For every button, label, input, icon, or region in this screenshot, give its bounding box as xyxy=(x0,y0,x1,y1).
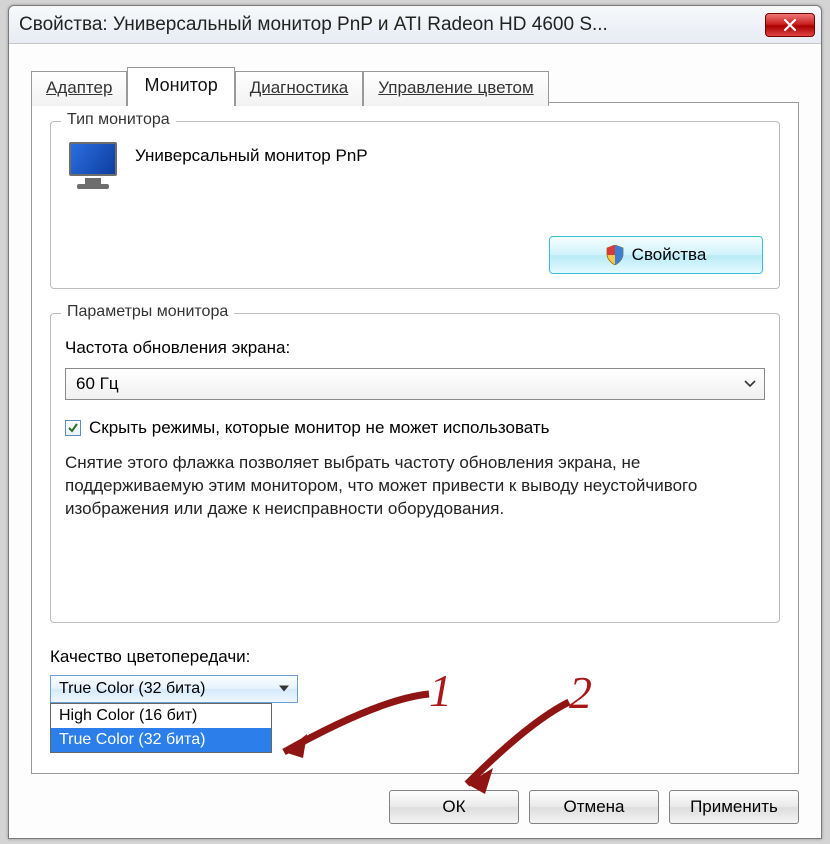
refresh-rate-dropdown[interactable]: 60 Гц xyxy=(65,368,765,400)
cancel-button-label: Отмена xyxy=(564,797,625,817)
group-monitor-settings-title: Параметры монитора xyxy=(61,303,234,321)
hide-modes-label: Скрыть режимы, которые монитор не может … xyxy=(89,418,550,438)
checkmark-icon xyxy=(67,422,79,434)
window-title: Свойства: Универсальный монитор PnP и AT… xyxy=(19,14,608,36)
hide-modes-checkbox[interactable] xyxy=(65,420,81,436)
color-quality-dropdown[interactable]: True Color (32 бита) xyxy=(50,675,298,703)
close-button[interactable] xyxy=(765,13,815,37)
dialog-buttons: ОК Отмена Применить xyxy=(389,790,799,824)
tab-strip: Адаптер Монитор Диагностика Управление ц… xyxy=(31,66,799,105)
color-option-16bit[interactable]: High Color (16 бит) xyxy=(51,704,271,728)
color-quality-dropdown-wrap: True Color (32 бита) High Color (16 бит)… xyxy=(50,675,298,703)
monitor-row: Универсальный монитор PnP xyxy=(65,138,765,190)
titlebar: Свойства: Универсальный монитор PnP и AT… xyxy=(9,6,821,44)
ok-button-label: ОК xyxy=(442,797,465,817)
color-quality-label: Качество цветопередачи: xyxy=(50,647,780,667)
properties-button-label: Свойства xyxy=(632,245,707,265)
chevron-down-icon xyxy=(744,380,756,388)
tab-monitor[interactable]: Монитор xyxy=(127,67,234,106)
apply-button-label: Применить xyxy=(690,797,778,817)
close-icon xyxy=(783,18,797,32)
ok-button[interactable]: ОК xyxy=(389,790,519,824)
color-option-32bit[interactable]: True Color (32 бита) xyxy=(51,728,271,752)
group-monitor-type-title: Тип монитора xyxy=(61,111,176,129)
refresh-rate-value: 60 Гц xyxy=(76,374,119,394)
chevron-down-icon xyxy=(279,686,289,693)
shield-icon xyxy=(606,245,624,265)
properties-button[interactable]: Свойства xyxy=(549,236,763,274)
group-monitor-type: Тип монитора Универсальный монитор PnP С… xyxy=(50,121,780,289)
client-area: Адаптер Монитор Диагностика Управление ц… xyxy=(9,44,821,838)
monitor-name: Универсальный монитор PnP xyxy=(135,142,368,166)
color-quality-option-list: High Color (16 бит) True Color (32 бита) xyxy=(50,703,272,753)
monitor-icon xyxy=(65,142,121,190)
group-monitor-settings: Параметры монитора Частота обновления эк… xyxy=(50,313,780,623)
tab-adapter[interactable]: Адаптер xyxy=(31,71,127,106)
refresh-rate-label: Частота обновления экрана: xyxy=(65,338,765,358)
properties-dialog: Свойства: Универсальный монитор PnP и AT… xyxy=(8,5,822,839)
color-quality-selected: True Color (32 бита) xyxy=(59,680,205,698)
cancel-button[interactable]: Отмена xyxy=(529,790,659,824)
tab-panel-monitor: Тип монитора Универсальный монитор PnP С… xyxy=(31,102,799,774)
apply-button[interactable]: Применить xyxy=(669,790,799,824)
tab-color-management[interactable]: Управление цветом xyxy=(363,71,548,106)
color-quality-section: Качество цветопередачи: True Color (32 б… xyxy=(50,647,780,703)
tab-diagnostics[interactable]: Диагностика xyxy=(235,71,364,106)
hide-modes-help-text: Снятие этого флажка позволяет выбрать ча… xyxy=(65,452,765,521)
hide-modes-row: Скрыть режимы, которые монитор не может … xyxy=(65,418,765,438)
